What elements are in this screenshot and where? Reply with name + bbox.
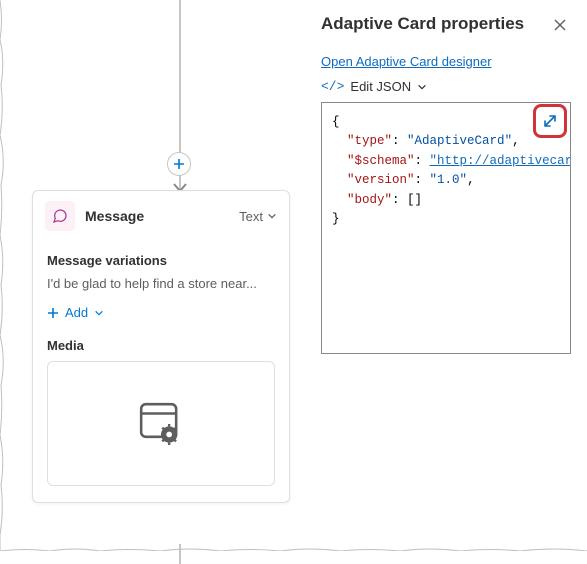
variations-label: Message variations — [47, 253, 275, 268]
media-placeholder[interactable] — [47, 361, 275, 486]
close-icon — [553, 18, 567, 32]
chevron-down-icon — [94, 308, 104, 318]
message-node-body: Message variations I'd be glad to help f… — [33, 241, 289, 502]
message-icon — [45, 201, 75, 231]
properties-panel: Adaptive Card properties Open Adaptive C… — [305, 0, 587, 551]
add-variation-button[interactable]: Add — [47, 305, 104, 320]
media-label: Media — [47, 338, 275, 353]
flow-connector — [179, 544, 181, 564]
edit-json-label: Edit JSON — [350, 79, 411, 94]
edit-json-toggle[interactable]: </> Edit JSON — [321, 79, 571, 94]
message-type-dropdown[interactable]: Text — [239, 209, 277, 224]
panel-title: Adaptive Card properties — [321, 14, 571, 34]
variation-preview[interactable]: I'd be glad to help find a store near... — [47, 276, 275, 291]
add-variation-label: Add — [65, 305, 88, 320]
expand-editor-button[interactable] — [533, 104, 567, 138]
message-node-title: Message — [85, 208, 239, 224]
json-editor[interactable]: { "type": "AdaptiveCard", "$schema": "ht… — [321, 102, 571, 354]
chevron-down-icon — [417, 82, 427, 92]
flow-canvas: Message Text Message variations I'd be g… — [0, 0, 300, 551]
message-node[interactable]: Message Text Message variations I'd be g… — [32, 190, 290, 503]
code-icon: </> — [321, 79, 344, 94]
message-type-label: Text — [239, 209, 263, 224]
plus-icon — [173, 158, 185, 170]
close-button[interactable] — [549, 14, 571, 36]
plus-icon — [47, 307, 59, 319]
message-node-header: Message Text — [33, 191, 289, 241]
add-node-button[interactable] — [167, 152, 191, 176]
media-settings-icon — [133, 396, 189, 452]
chevron-down-icon — [267, 211, 277, 221]
open-designer-link[interactable]: Open Adaptive Card designer — [321, 54, 492, 69]
expand-icon — [542, 113, 558, 129]
